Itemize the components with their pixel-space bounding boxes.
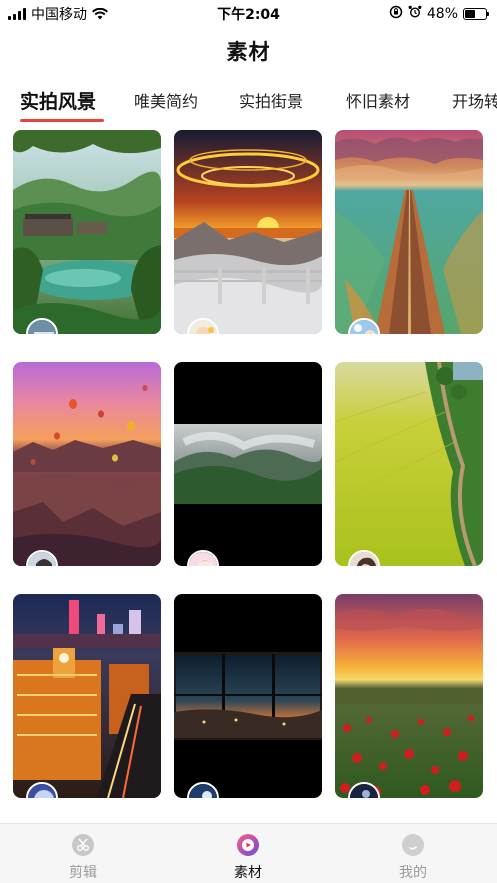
- battery-percent: 48%: [426, 5, 458, 22]
- material-card[interactable]: [174, 362, 322, 566]
- tab-street[interactable]: 实拍街景: [239, 88, 303, 122]
- landscape-thumbnail: [335, 594, 483, 798]
- nav-label: 素材: [234, 865, 262, 881]
- tab-scenery[interactable]: 实拍风景: [20, 88, 96, 122]
- landscape-thumbnail: [174, 130, 322, 334]
- category-tabs: 实拍风景 唯美简约 实拍街景 怀旧素材 开场转: [0, 88, 497, 124]
- page-title: 素材: [226, 40, 271, 64]
- profile-icon: [402, 834, 424, 856]
- landscape-thumbnail: [13, 362, 161, 566]
- battery-fill: [465, 9, 475, 18]
- nav-item-edit[interactable]: 剪辑: [43, 834, 123, 882]
- scissors-icon: [72, 834, 94, 856]
- nav-label: 我的: [399, 865, 427, 881]
- nav-item-profile[interactable]: 我的: [373, 834, 453, 882]
- material-card[interactable]: [174, 130, 322, 334]
- material-card[interactable]: [13, 130, 161, 334]
- material-card[interactable]: [13, 594, 161, 798]
- alarm-icon: [408, 4, 422, 23]
- tab-minimal[interactable]: 唯美简约: [134, 88, 198, 122]
- status-right: 48%: [389, 4, 489, 23]
- battery-icon: [463, 7, 489, 20]
- landscape-thumbnail: [13, 594, 161, 798]
- bottom-nav: 剪辑 素材 我的: [0, 823, 497, 883]
- tab-nostalgic[interactable]: 怀旧素材: [346, 88, 410, 122]
- nav-label: 剪辑: [69, 865, 97, 881]
- material-card[interactable]: [13, 362, 161, 566]
- material-card[interactable]: [335, 130, 483, 334]
- landscape-thumbnail: [174, 362, 322, 566]
- material-card[interactable]: [335, 594, 483, 798]
- landscape-thumbnail: [174, 594, 322, 798]
- active-tab-indicator: [20, 119, 104, 122]
- landscape-thumbnail: [13, 130, 161, 334]
- material-play-icon: [237, 834, 259, 856]
- rotation-lock-icon: [389, 4, 403, 23]
- landscape-thumbnail: [335, 130, 483, 334]
- status-bar: 中国移动 下午2:04 48%: [0, 0, 497, 26]
- nav-item-material[interactable]: 素材: [208, 834, 288, 882]
- tab-opening-transition[interactable]: 开场转: [452, 88, 497, 122]
- landscape-thumbnail: [335, 362, 483, 566]
- material-card[interactable]: [335, 362, 483, 566]
- material-card[interactable]: [174, 594, 322, 798]
